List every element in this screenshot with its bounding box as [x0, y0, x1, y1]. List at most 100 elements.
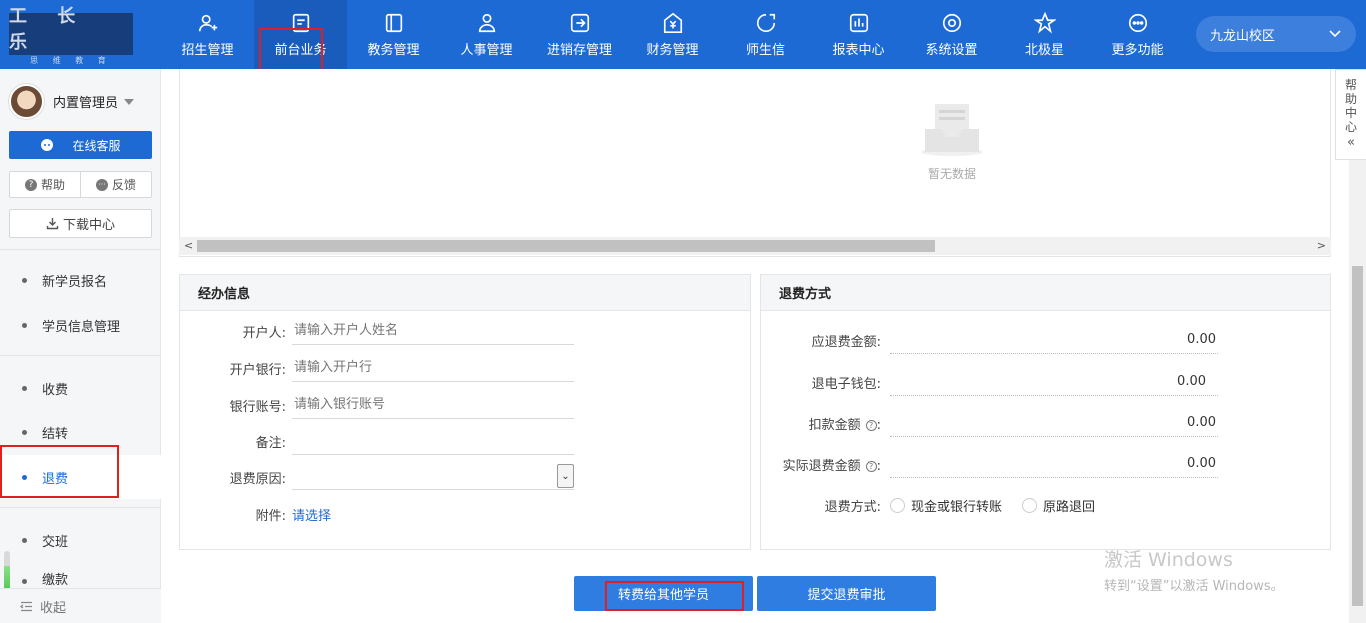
logo[interactable]: 工 长 乐 思 维 教 育 — [9, 6, 133, 65]
help-label: 帮助 — [40, 178, 65, 192]
chevron-down-icon[interactable]: ⌄ — [557, 464, 574, 488]
refund-panel-title: 退费方式 — [761, 275, 1330, 311]
highlight-refund — [0, 445, 119, 498]
collapse-icon — [20, 601, 32, 611]
account-no-input[interactable] — [292, 391, 574, 419]
wallet-label: 退电子钱包: — [811, 376, 881, 392]
nav-reports[interactable]: 报表中心 — [812, 0, 905, 69]
bullet-icon — [22, 429, 27, 435]
nav-polaris[interactable]: 北极星 — [998, 0, 1091, 69]
attachment-select-link[interactable]: 请选择 — [292, 505, 331, 524]
feedback-button[interactable]: ··· 反馈 — [80, 172, 151, 197]
bank-input[interactable] — [292, 354, 574, 382]
method-option-cash[interactable]: 现金或银行转账 — [890, 496, 1002, 515]
nav-inventory[interactable]: 进销存管理 — [533, 0, 626, 69]
remark-input[interactable] — [292, 427, 574, 455]
double-chevron-left-icon: « — [1347, 135, 1355, 150]
menu-charge[interactable]: 收费 — [0, 366, 161, 410]
actual-label-wrap: 实际退费金额?: — [782, 458, 881, 474]
method-option-original[interactable]: 原路退回 — [1022, 496, 1095, 515]
bullet-icon — [22, 385, 27, 391]
download-icon — [46, 218, 59, 230]
nav-enrollment[interactable]: 招生管理 — [161, 0, 254, 69]
menu-payment[interactable]: 缴款 — [0, 562, 161, 588]
nav-label: 教务管理 — [367, 42, 420, 58]
question-icon: ? — [24, 178, 37, 191]
empty-text: 暂无数据 — [927, 167, 976, 181]
chat-bubble-icon — [41, 139, 54, 151]
user-menu[interactable]: 内置管理员 — [9, 84, 135, 119]
bullet-icon — [22, 277, 27, 283]
deduct-label-wrap: 扣款金额?: — [808, 417, 881, 433]
nav-hr[interactable]: 人事管理 — [440, 0, 533, 69]
submit-refund-approval-button[interactable]: 提交退费审批 — [757, 576, 936, 611]
actual-row: 实际退费金额?: 0.00 — [761, 450, 1218, 478]
nav-label: 财务管理 — [646, 42, 699, 58]
scroll-left-icon[interactable]: < — [184, 239, 193, 252]
nav-label: 更多功能 — [1111, 42, 1164, 58]
bank-row: 开户银行: — [180, 354, 574, 382]
reason-label: 退费原因: — [229, 471, 286, 487]
bullet-icon — [22, 322, 27, 328]
scroll-right-icon[interactable]: > — [1317, 239, 1326, 252]
help-char: 中 — [1344, 106, 1357, 120]
due-amount-row: 应退费金额: 0.00 — [761, 326, 1218, 354]
wallet-row: 退电子钱包: 0.00 — [761, 368, 1218, 396]
settings-icon — [942, 13, 961, 32]
attachment-label: 附件: — [255, 509, 286, 524]
scroll-thumb[interactable] — [197, 240, 935, 252]
campus-name: 九龙山校区 — [1210, 28, 1276, 44]
vertical-scrollbar[interactable] — [1349, 160, 1366, 623]
question-icon[interactable]: ? — [865, 460, 877, 472]
main-content: 暂无数据 < > 经办信息 开户人: 开户银行: 银行账号: 备注: 退费原因: — [161, 69, 1366, 623]
nav-label: 招生管理 — [181, 42, 234, 58]
nav-label: 进销存管理 — [546, 42, 612, 58]
method-label: 退费方式: — [824, 500, 881, 515]
nav-label: 北极星 — [1024, 42, 1064, 58]
wallet-value[interactable]: 0.00 — [890, 368, 1218, 396]
reason-select[interactable]: ⌄ — [292, 464, 574, 490]
help-button[interactable]: ? 帮助 — [10, 172, 80, 197]
nav-finance[interactable]: 财务管理 — [626, 0, 719, 69]
collapse-label: 收起 — [40, 600, 67, 616]
empty-state: 暂无数据 — [920, 99, 984, 182]
horizontal-scrollbar[interactable]: < > — [179, 237, 1331, 255]
nav-label: 师生信 — [745, 42, 785, 58]
user-plus-icon — [198, 14, 217, 31]
chevron-down-icon — [1329, 30, 1341, 38]
account-holder-input[interactable] — [292, 317, 574, 345]
deduct-label: 扣款金额 — [808, 417, 861, 433]
nav-academic[interactable]: 教务管理 — [347, 0, 440, 69]
menu-shift-handover[interactable]: 交班 — [0, 518, 161, 562]
logo-line1: 工 长 乐 — [9, 6, 88, 53]
menu-student-info[interactable]: 学员信息管理 — [0, 303, 161, 347]
account-holder-row: 开户人: — [180, 317, 574, 345]
account-no-row: 银行账号: — [180, 391, 574, 419]
online-service-label: 在线客服 — [72, 138, 121, 153]
finance-icon — [663, 12, 682, 33]
refund-course-table: 暂无数据 — [179, 69, 1331, 257]
person-icon — [478, 13, 495, 32]
radio-cash[interactable] — [890, 498, 905, 513]
watermark-line2: 转到“设置”以激活 Windows。 — [1104, 579, 1284, 594]
scroll-thumb[interactable] — [1352, 266, 1363, 606]
help-char: 心 — [1344, 120, 1357, 134]
windows-activation-watermark: 激活 Windows 转到“设置”以激活 Windows。 — [1104, 545, 1284, 594]
bullet-icon — [22, 537, 27, 543]
bank-label: 开户银行: — [229, 362, 286, 378]
help-center-tab[interactable]: 帮 助 中 心 « — [1335, 69, 1366, 160]
radio-original[interactable] — [1022, 498, 1038, 513]
online-service-button[interactable]: 在线客服 — [9, 131, 152, 159]
menu-label: 学员信息管理 — [42, 319, 121, 335]
nav-settings[interactable]: 系统设置 — [905, 0, 998, 69]
menu-new-student[interactable]: 新学员报名 — [0, 258, 161, 302]
nav-messages[interactable]: 师生信 — [719, 0, 812, 69]
collapse-button[interactable]: 收起 — [0, 588, 161, 623]
remark-row: 备注: — [180, 427, 574, 455]
watermark-line1: 激活 Windows — [1104, 549, 1233, 571]
campus-selector[interactable]: 九龙山校区 — [1196, 16, 1356, 52]
download-center-button[interactable]: 下载中心 — [9, 209, 152, 238]
nav-more[interactable]: 更多功能 — [1091, 0, 1184, 69]
question-icon[interactable]: ? — [865, 419, 877, 431]
star-icon — [1033, 11, 1056, 34]
